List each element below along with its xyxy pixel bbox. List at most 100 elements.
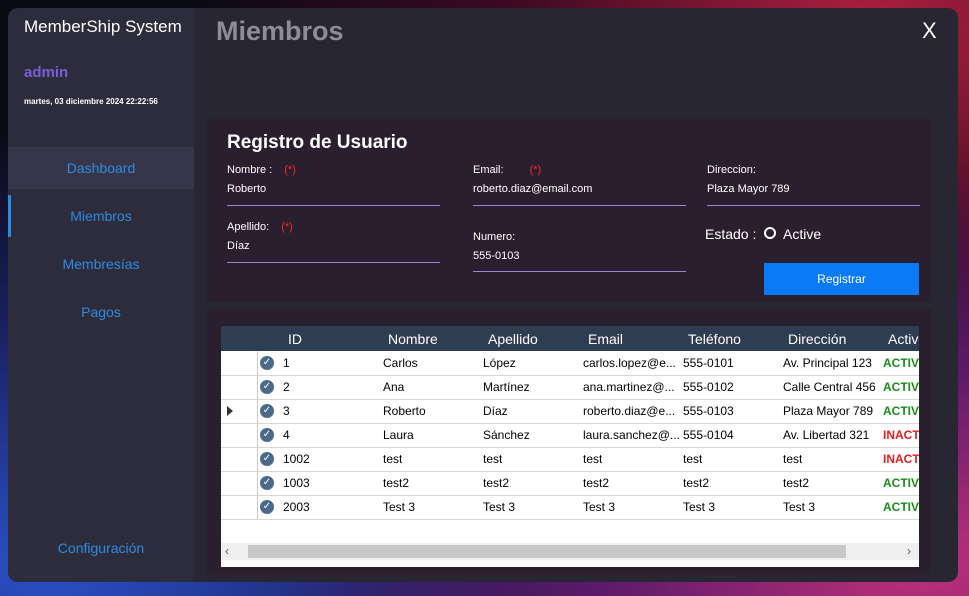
cell-telefono[interactable]: 555-0102 bbox=[683, 380, 734, 394]
cell-telefono[interactable]: 555-0101 bbox=[683, 356, 734, 370]
row-check-icon[interactable]: ✓ bbox=[260, 428, 274, 442]
cell-telefono[interactable]: test2 bbox=[683, 476, 709, 490]
row-header[interactable] bbox=[221, 495, 258, 519]
row-check-icon[interactable]: ✓ bbox=[260, 404, 274, 418]
scroll-right-icon[interactable]: › bbox=[907, 544, 911, 558]
table-row[interactable]: ✓ 4 Laura Sánchez laura.sanchez@... 555-0104 A… bbox=[221, 423, 919, 448]
cell-email[interactable]: test bbox=[583, 452, 602, 466]
cell-telefono[interactable]: 555-0104 bbox=[683, 428, 734, 442]
cell-email[interactable]: Test 3 bbox=[583, 500, 615, 514]
col-header-activo[interactable]: Activo bbox=[888, 331, 919, 347]
row-check-icon[interactable]: ✓ bbox=[260, 500, 274, 514]
scroll-thumb[interactable] bbox=[248, 545, 846, 558]
nav-item-membresias[interactable]: Membresías bbox=[8, 243, 194, 285]
cell-direccion[interactable]: test bbox=[783, 452, 802, 466]
cell-nombre[interactable]: Carlos bbox=[383, 356, 418, 370]
row-header[interactable] bbox=[221, 423, 258, 447]
row-header[interactable] bbox=[221, 399, 258, 423]
apellido-label-text: Apellido: bbox=[227, 221, 270, 233]
members-grid[interactable]: ID Nombre Apellido Email Teléfono Direcc… bbox=[221, 326, 919, 567]
cell-nombre[interactable]: test2 bbox=[383, 476, 409, 490]
current-row-arrow-icon bbox=[227, 406, 233, 416]
row-check-icon[interactable]: ✓ bbox=[260, 356, 274, 370]
cell-email[interactable]: laura.sanchez@... bbox=[583, 428, 680, 442]
cell-id[interactable]: 1002 bbox=[283, 452, 310, 466]
cell-direccion[interactable]: Test 3 bbox=[783, 500, 815, 514]
row-header[interactable] bbox=[221, 351, 258, 375]
registrar-button[interactable]: Registrar bbox=[764, 263, 919, 295]
close-button[interactable]: X bbox=[922, 18, 937, 44]
row-header[interactable] bbox=[221, 375, 258, 399]
cell-id[interactable]: 4 bbox=[283, 428, 290, 442]
cell-id[interactable]: 2003 bbox=[283, 500, 310, 514]
cell-activo[interactable]: ACTIVO bbox=[883, 404, 919, 418]
numero-field[interactable]: 555-0103 bbox=[473, 250, 520, 262]
current-user: admin bbox=[24, 64, 69, 81]
cell-email[interactable]: carlos.lopez@e... bbox=[583, 356, 676, 370]
cell-apellido[interactable]: López bbox=[483, 356, 516, 370]
cell-nombre[interactable]: Test 3 bbox=[383, 500, 415, 514]
row-check-icon[interactable]: ✓ bbox=[260, 380, 274, 394]
cell-activo[interactable]: ACTIVO bbox=[883, 380, 919, 394]
cell-activo[interactable]: INACTIVO bbox=[883, 428, 919, 442]
estado-radio-label[interactable]: Active bbox=[783, 226, 821, 242]
email-field[interactable]: roberto.diaz@email.com bbox=[473, 183, 592, 195]
cell-telefono[interactable]: Test 3 bbox=[683, 500, 715, 514]
cell-telefono[interactable]: test bbox=[683, 452, 702, 466]
nav-item-pagos[interactable]: Pagos bbox=[8, 291, 194, 333]
cell-apellido[interactable]: test2 bbox=[483, 476, 509, 490]
cell-nombre[interactable]: Ana bbox=[383, 380, 404, 394]
cell-activo[interactable]: ACTIVO bbox=[883, 356, 919, 370]
nav-item-dashboard[interactable]: Dashboard bbox=[8, 147, 194, 189]
cell-apellido[interactable]: Test 3 bbox=[483, 500, 515, 514]
apellido-field[interactable]: Díaz bbox=[227, 240, 250, 252]
cell-nombre[interactable]: Laura bbox=[383, 428, 414, 442]
row-header[interactable] bbox=[221, 471, 258, 495]
table-row[interactable]: ✓ 2003 Test 3 Test 3 Test 3 Test 3 Test 3 ACTIV… bbox=[221, 495, 919, 520]
col-header-telefono[interactable]: Teléfono bbox=[688, 331, 741, 347]
cell-apellido[interactable]: test bbox=[483, 452, 502, 466]
cell-activo[interactable]: ACTIVO bbox=[883, 500, 919, 514]
nombre-field[interactable]: Roberto bbox=[227, 183, 266, 195]
direccion-field[interactable]: Plaza Mayor 789 bbox=[707, 183, 790, 195]
nav-item-miembros[interactable]: Miembros bbox=[8, 195, 194, 237]
cell-email[interactable]: ana.martinez@... bbox=[583, 380, 675, 394]
cell-direccion[interactable]: Plaza Mayor 789 bbox=[783, 404, 873, 418]
estado-radio[interactable] bbox=[764, 227, 776, 239]
cell-nombre[interactable]: test bbox=[383, 452, 402, 466]
table-row[interactable]: ✓ 1003 test2 test2 test2 test2 test2 ACTIVO bbox=[221, 471, 919, 496]
cell-activo[interactable]: ACTIVO bbox=[883, 476, 919, 490]
table-row[interactable]: ✓ 1 Carlos López carlos.lopez@e... 555-0101 Av… bbox=[221, 351, 919, 376]
table-row[interactable]: ✓ 3 Roberto Díaz roberto.diaz@e... 555-0103 Pl… bbox=[221, 399, 919, 424]
row-header[interactable] bbox=[221, 447, 258, 471]
cell-id[interactable]: 1003 bbox=[283, 476, 310, 490]
col-header-apellido[interactable]: Apellido bbox=[488, 331, 538, 347]
cell-activo[interactable]: INACTIVO bbox=[883, 452, 919, 466]
cell-apellido[interactable]: Sánchez bbox=[483, 428, 530, 442]
cell-apellido[interactable]: Martínez bbox=[483, 380, 530, 394]
col-header-email[interactable]: Email bbox=[588, 331, 623, 347]
cell-id[interactable]: 3 bbox=[283, 404, 290, 418]
cell-apellido[interactable]: Díaz bbox=[483, 404, 508, 418]
nav-item-configuracion[interactable]: Configuración bbox=[8, 540, 194, 556]
cell-telefono[interactable]: 555-0103 bbox=[683, 404, 734, 418]
cell-direccion[interactable]: Av. Principal 123 bbox=[783, 356, 872, 370]
scroll-left-icon[interactable]: ‹ bbox=[225, 544, 229, 558]
table-row[interactable]: ✓ 1002 test test test test test INACTIVO bbox=[221, 447, 919, 472]
col-header-direccion[interactable]: Dirección bbox=[788, 331, 846, 347]
cell-id[interactable]: 1 bbox=[283, 356, 290, 370]
col-header-nombre[interactable]: Nombre bbox=[388, 331, 438, 347]
cell-email[interactable]: test2 bbox=[583, 476, 609, 490]
cell-direccion[interactable]: Calle Central 456 bbox=[783, 380, 876, 394]
cell-direccion[interactable]: Av. Libertad 321 bbox=[783, 428, 869, 442]
cell-direccion[interactable]: test2 bbox=[783, 476, 809, 490]
row-check-icon[interactable]: ✓ bbox=[260, 476, 274, 490]
table-row[interactable]: ✓ 2 Ana Martínez ana.martinez@... 555-0102 Cal… bbox=[221, 375, 919, 400]
row-check-icon[interactable]: ✓ bbox=[260, 452, 274, 466]
cell-id[interactable]: 2 bbox=[283, 380, 290, 394]
cell-email[interactable]: roberto.diaz@e... bbox=[583, 404, 675, 418]
numero-label: Numero: bbox=[473, 231, 516, 243]
cell-nombre[interactable]: Roberto bbox=[383, 404, 426, 418]
col-header-id[interactable]: ID bbox=[288, 331, 302, 347]
horizontal-scrollbar[interactable]: ‹ › bbox=[221, 543, 919, 560]
